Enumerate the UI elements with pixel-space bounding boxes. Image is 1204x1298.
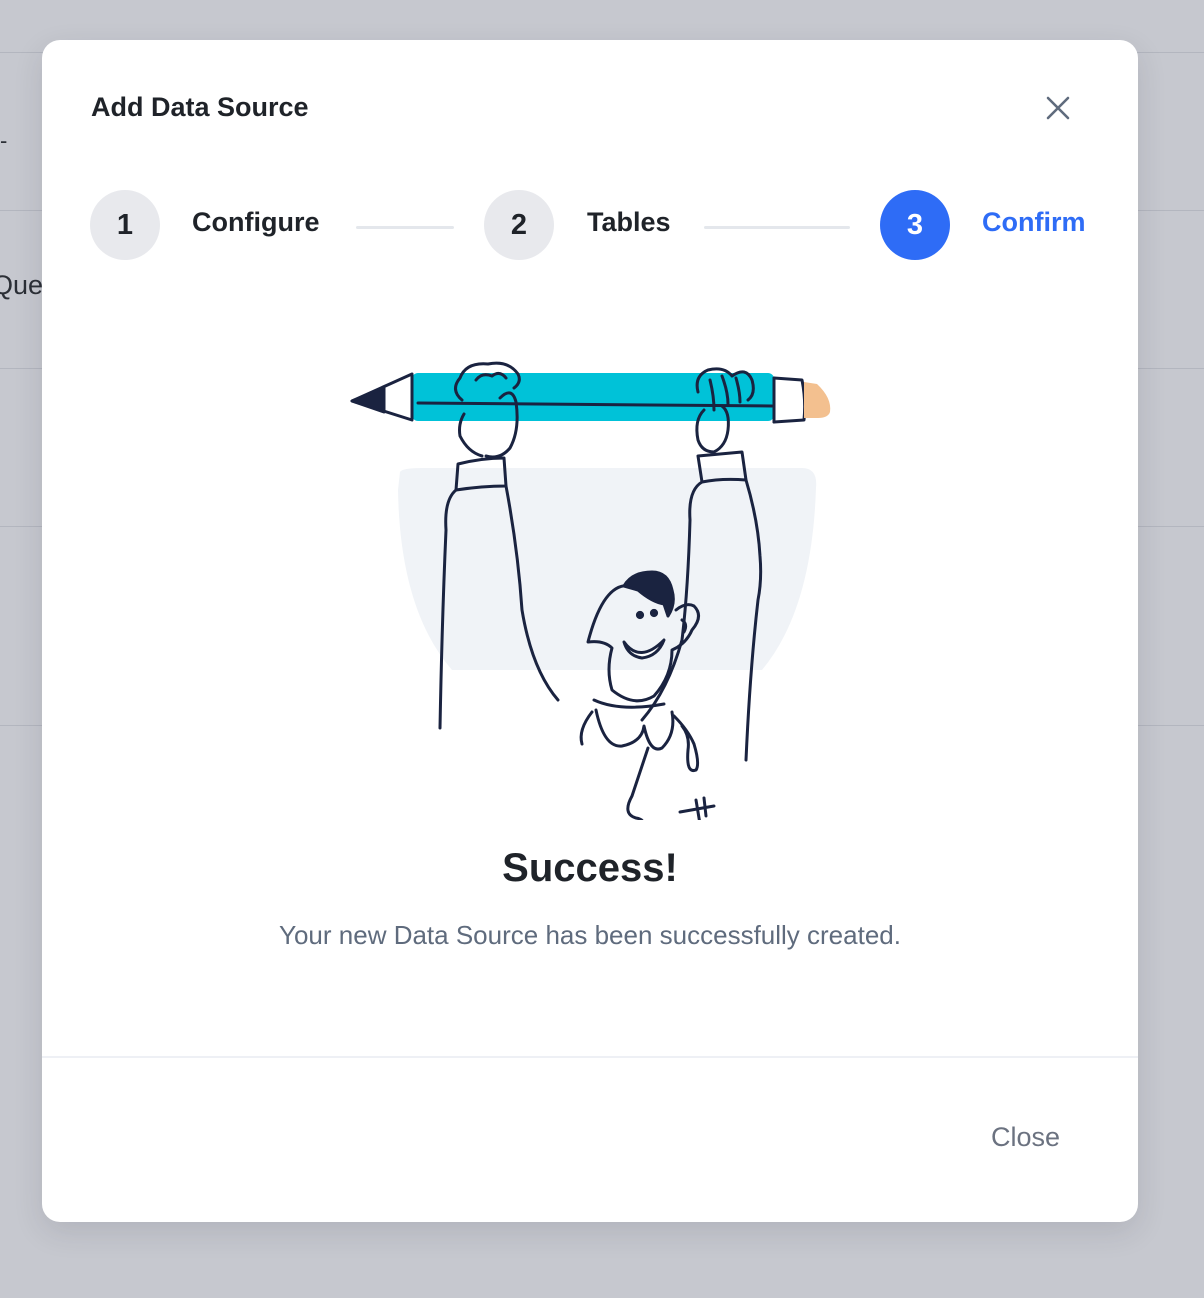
step-2-circle: 2 <box>484 190 554 260</box>
step-connector <box>704 226 850 229</box>
modal-title: Add Data Source <box>91 92 309 122</box>
success-title: Success! <box>502 846 678 890</box>
success-message: Your new Data Source has been successful… <box>279 920 901 950</box>
close-button[interactable]: Close <box>991 1122 1060 1153</box>
footer-divider <box>42 1056 1138 1058</box>
add-data-source-modal: Add Data Source 1 Configure 2 Tables 3 C… <box>42 40 1138 1222</box>
step-connector <box>356 226 454 229</box>
close-icon[interactable] <box>1042 92 1074 124</box>
step-1-label: Configure <box>192 207 320 237</box>
step-1-circle: 1 <box>90 190 160 260</box>
step-2-label: Tables <box>587 207 671 237</box>
step-3-circle: 3 <box>880 190 950 260</box>
background-text-fragment: Que <box>0 270 44 300</box>
background-text-fragment: - <box>0 128 8 153</box>
person-lifting-pencil-illustration <box>342 340 842 846</box>
step-3-label: Confirm <box>982 207 1086 237</box>
